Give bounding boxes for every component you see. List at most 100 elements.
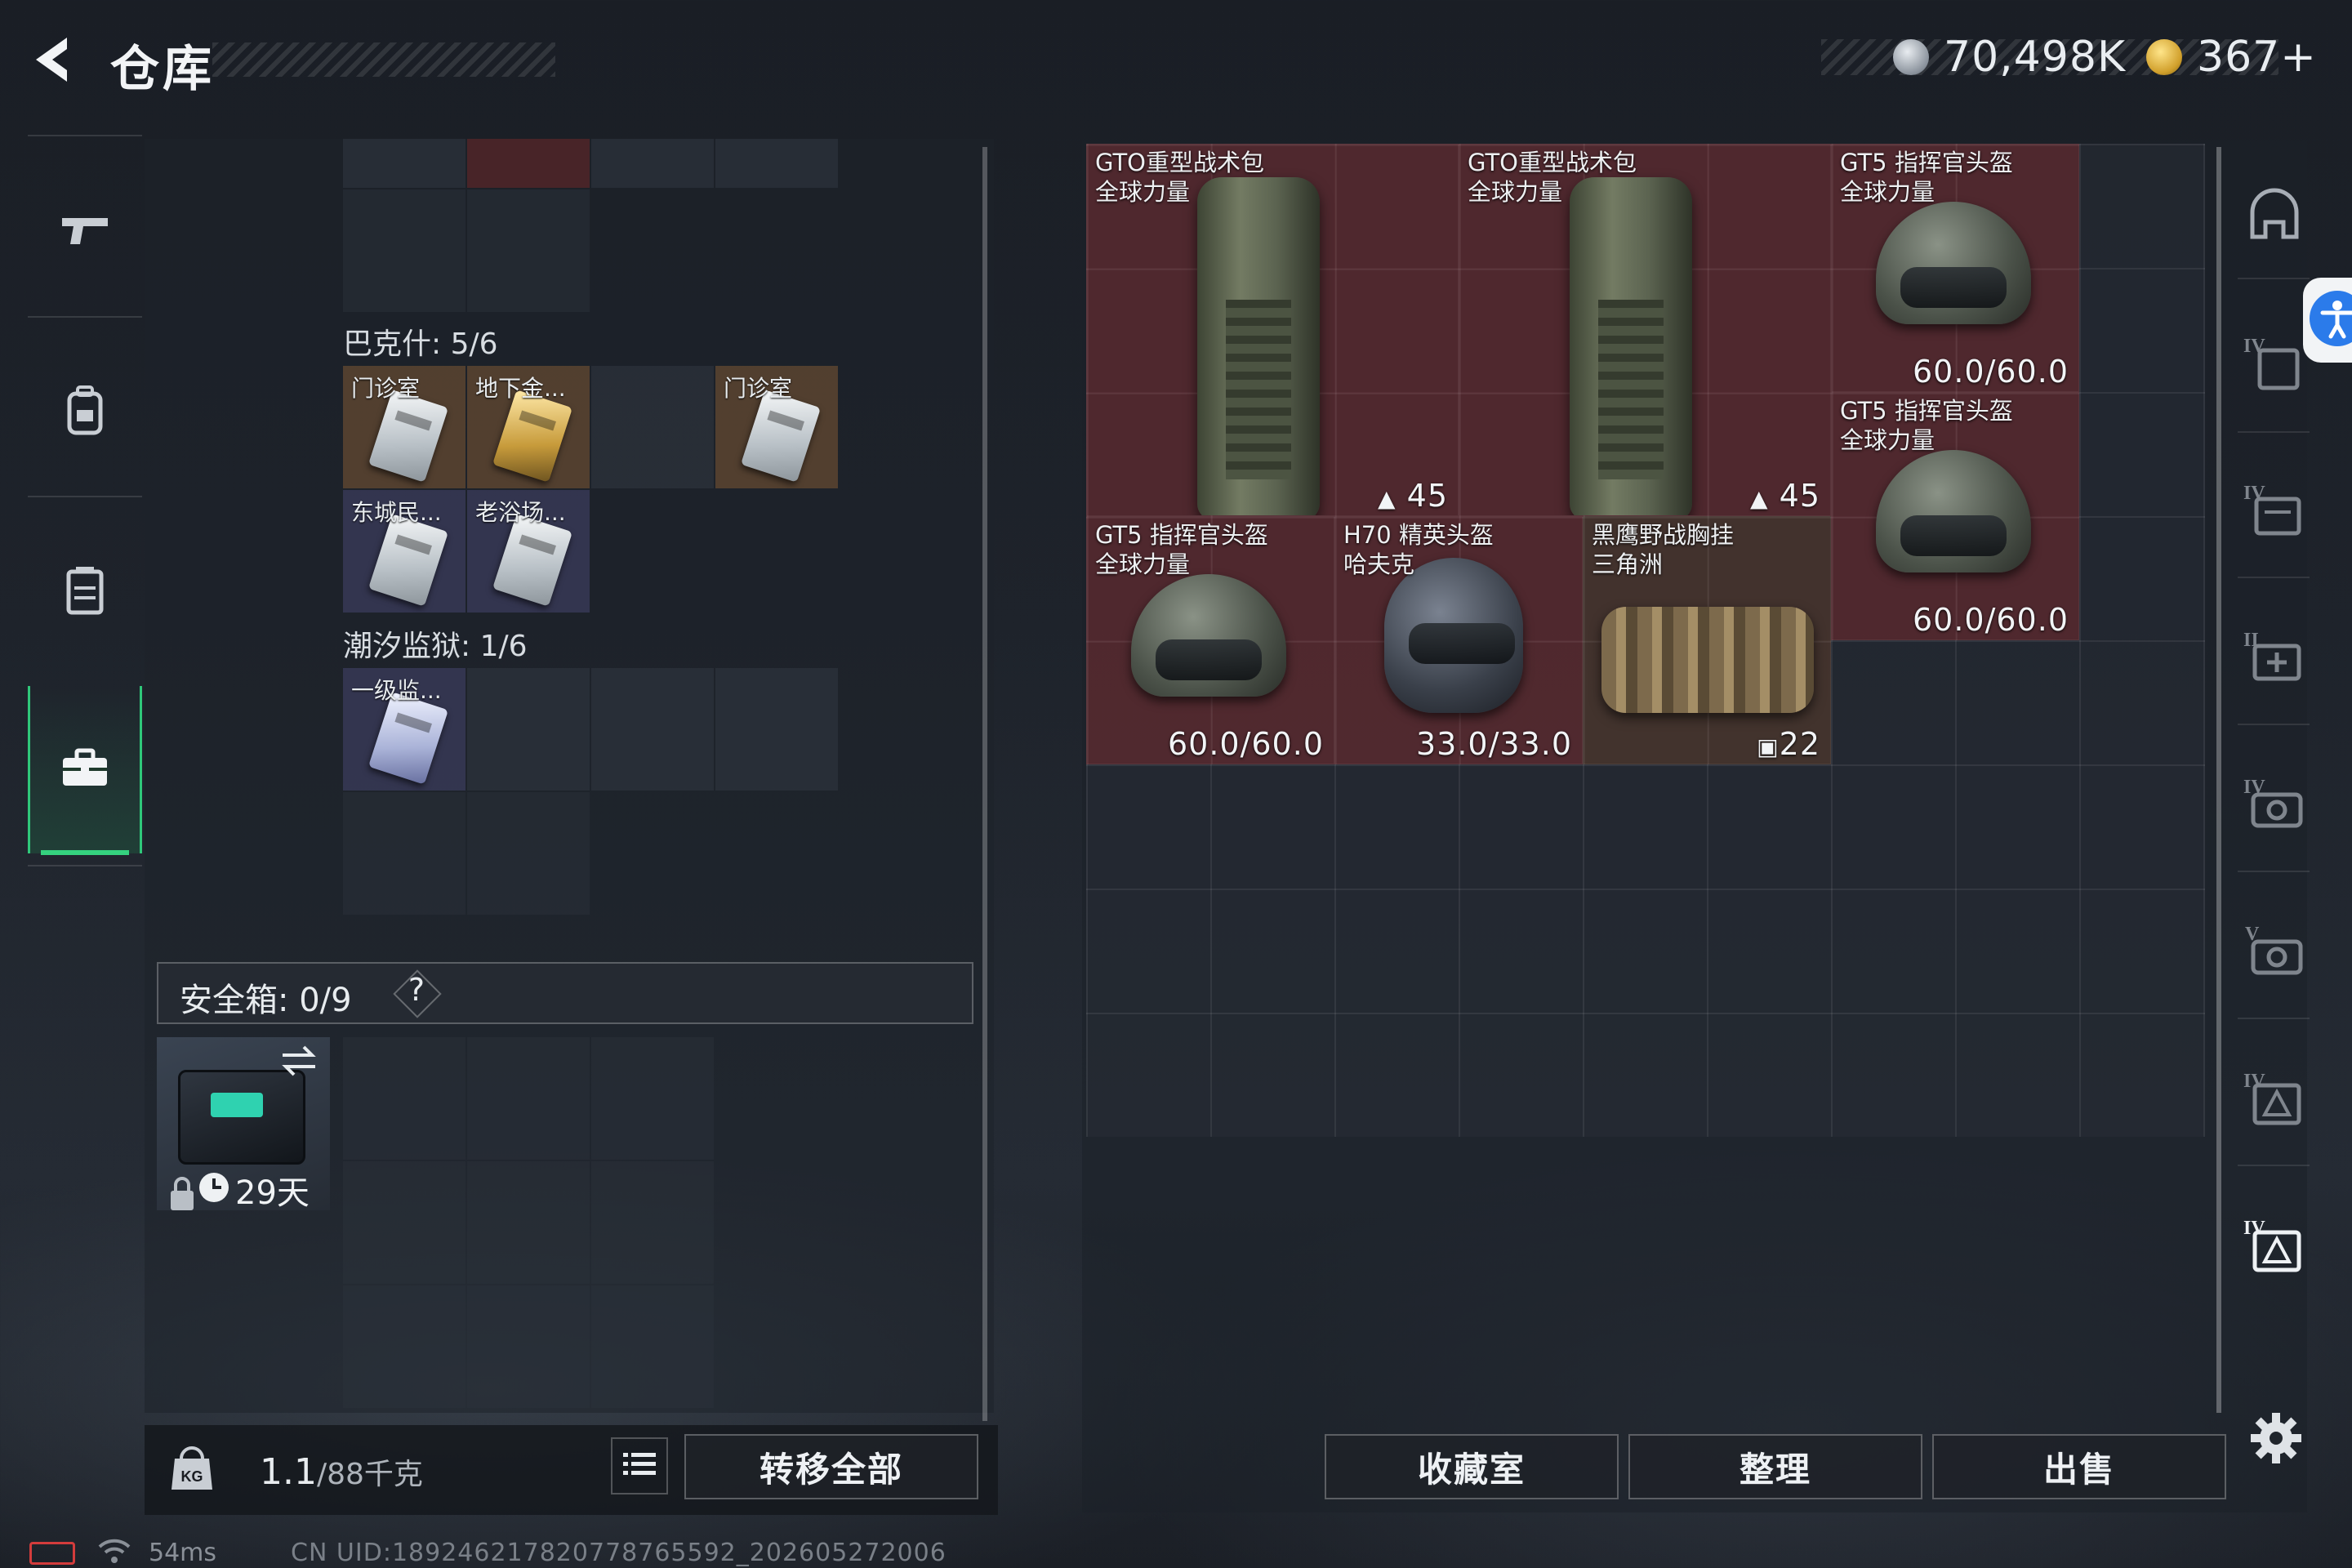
gold-coin-icon (2146, 39, 2182, 75)
weight-readout: 1.1/88千克 (260, 1450, 423, 1493)
key-card-name: 地下金... (475, 375, 566, 402)
grid-spacer (715, 490, 838, 612)
item-capacity: ▲ 45 (1378, 478, 1448, 514)
empty-slot[interactable] (467, 792, 590, 915)
grid-spacer (715, 792, 838, 915)
stash-item-helmet[interactable]: GT5 指挥官头盔 全球力量 60.0/60.0 (1831, 392, 2079, 640)
wifi-icon (96, 1535, 132, 1568)
weight-kg-icon: KG (170, 1444, 214, 1493)
collection-room-button[interactable]: 收藏室 (1325, 1434, 1619, 1499)
nav-vest[interactable] (28, 510, 142, 674)
title-decoration (212, 42, 555, 77)
key-slot[interactable] (467, 139, 590, 188)
item-name: GT5 指挥官头盔 全球力量 (1840, 149, 2013, 206)
silver-coin-icon (1893, 39, 1929, 75)
empty-slot[interactable] (467, 189, 590, 312)
empty-slot[interactable] (591, 366, 714, 488)
clock-icon (199, 1173, 229, 1202)
item-durability: 60.0/60.0 (1912, 354, 2069, 390)
stash-item-backpack[interactable]: GTO重型战术包 全球力量 ▲ 45 (1459, 144, 1831, 516)
nav-backpack[interactable] (28, 331, 142, 494)
tab-armor-iv[interactable]: IV (2238, 318, 2311, 408)
empty-slot[interactable] (343, 189, 466, 312)
lock-icon (168, 1176, 196, 1215)
key-slot[interactable] (591, 139, 714, 188)
item-name: GT5 指挥官头盔 全球力量 (1840, 397, 2013, 454)
empty-slot[interactable] (715, 668, 838, 791)
item-durability: 60.0/60.0 (1912, 602, 2069, 638)
left-nav (28, 135, 142, 870)
empty-slot[interactable] (591, 668, 714, 791)
gear-icon[interactable] (2247, 1410, 2305, 1470)
nav-weapons[interactable] (28, 151, 142, 314)
grid-spacer (591, 490, 714, 612)
inventory-scrollbar[interactable] (982, 147, 987, 1421)
svg-text:KG: KG (181, 1468, 203, 1485)
tab-chest-rig-iv[interactable]: IV (2238, 466, 2311, 555)
transfer-all-button[interactable]: 转移全部 (684, 1434, 978, 1499)
key-card-slot[interactable]: 东城民... (343, 490, 466, 612)
safe-slot[interactable] (467, 1161, 590, 1284)
help-icon[interactable]: ? (405, 972, 428, 1008)
key-card-name: 一级监... (351, 677, 442, 704)
nav-safe-case[interactable] (28, 686, 142, 853)
safe-slot[interactable] (467, 1285, 590, 1408)
safe-slot[interactable] (591, 1037, 714, 1160)
safe-slot[interactable] (591, 1285, 714, 1408)
tab-camera-iv[interactable]: IV (2238, 760, 2311, 849)
key-slot[interactable] (715, 139, 838, 188)
key-slot[interactable] (343, 139, 466, 188)
user-uid: CN UID:189246217820778765592_20260527200… (291, 1539, 947, 1567)
safe-slot[interactable] (343, 1037, 466, 1160)
key-card-name: 东城民... (351, 499, 442, 526)
battery-icon (29, 1542, 75, 1565)
currency-gold-amount[interactable]: 367+ (2197, 33, 2317, 82)
safe-box-screen (211, 1093, 263, 1117)
tab-triangle-iv[interactable]: IV (2238, 1054, 2311, 1143)
armor-iv-icon: IV (2242, 329, 2307, 398)
stash-item-helmet[interactable]: GT5 指挥官头盔 全球力量 60.0/60.0 (1086, 516, 1334, 764)
sort-button[interactable]: 整理 (1628, 1434, 1922, 1499)
stash-item-backpack[interactable]: GTO重型战术包 全球力量 ▲ 45 (1086, 144, 1459, 516)
item-name: GTO重型战术包 全球力量 (1095, 149, 1264, 206)
key-card-slot[interactable]: 门诊室 (343, 366, 466, 488)
currency-silver-amount[interactable]: 70,498K (1944, 33, 2126, 82)
safe-slot[interactable] (467, 1037, 590, 1160)
key-card-slot[interactable]: 地下金... (467, 366, 590, 488)
empty-slot[interactable] (467, 668, 590, 791)
key-card-name: 门诊室 (351, 375, 421, 402)
briefcase-icon (60, 748, 109, 792)
key-grid-previous-empty (343, 189, 590, 312)
safe-slot[interactable] (343, 1161, 466, 1284)
safe-box-image (178, 1070, 305, 1165)
stash-item-helmet[interactable]: GT5 指挥官头盔 全球力量 60.0/60.0 (1831, 144, 2079, 392)
safe-slot[interactable] (343, 1285, 466, 1408)
key-card-slot[interactable]: 门诊室 (715, 366, 838, 488)
key-grid-prison: 一级监... (343, 668, 838, 915)
empty-slot[interactable] (343, 792, 466, 915)
accessibility-icon[interactable] (2310, 291, 2352, 346)
item-name: GT5 指挥官头盔 全球力量 (1095, 521, 1268, 578)
page-title: 仓库 (110, 41, 215, 98)
tab-triangle-iv-selected[interactable]: IV (2238, 1200, 2311, 1290)
key-card-name: 门诊室 (724, 375, 793, 402)
stash-scrollbar[interactable] (2216, 147, 2221, 1413)
stash-item-helmet[interactable]: H70 精英头盔 哈夫克 33.0/33.0 (1334, 516, 1583, 764)
swap-icon[interactable] (278, 1044, 320, 1081)
item-capacity: ▣22 (1757, 726, 1820, 762)
camera-iv-icon: IV (2242, 770, 2307, 839)
stash-item-chest-rig[interactable]: 黑鹰野战胸挂 三角洲 ▣22 (1583, 516, 1831, 764)
medkit-ii-icon: II (2242, 623, 2307, 692)
back-arrow-icon[interactable] (24, 31, 82, 88)
key-card-slot[interactable]: 一级监... (343, 668, 466, 791)
pistol-icon (59, 212, 111, 254)
safe-box-duration: 29天 (235, 1174, 310, 1212)
list-view-button[interactable] (611, 1437, 668, 1494)
tab-medkit-ii[interactable]: II (2238, 612, 2311, 702)
tab-helmet[interactable] (2238, 172, 2311, 261)
tab-camera-v[interactable]: V (2238, 906, 2311, 996)
key-card-slot[interactable]: 老浴场... (467, 490, 590, 612)
safe-slot[interactable] (591, 1161, 714, 1284)
section-label-prison: 潮汐监狱: 1/6 (343, 630, 528, 663)
sell-button[interactable]: 出售 (1932, 1434, 2226, 1499)
